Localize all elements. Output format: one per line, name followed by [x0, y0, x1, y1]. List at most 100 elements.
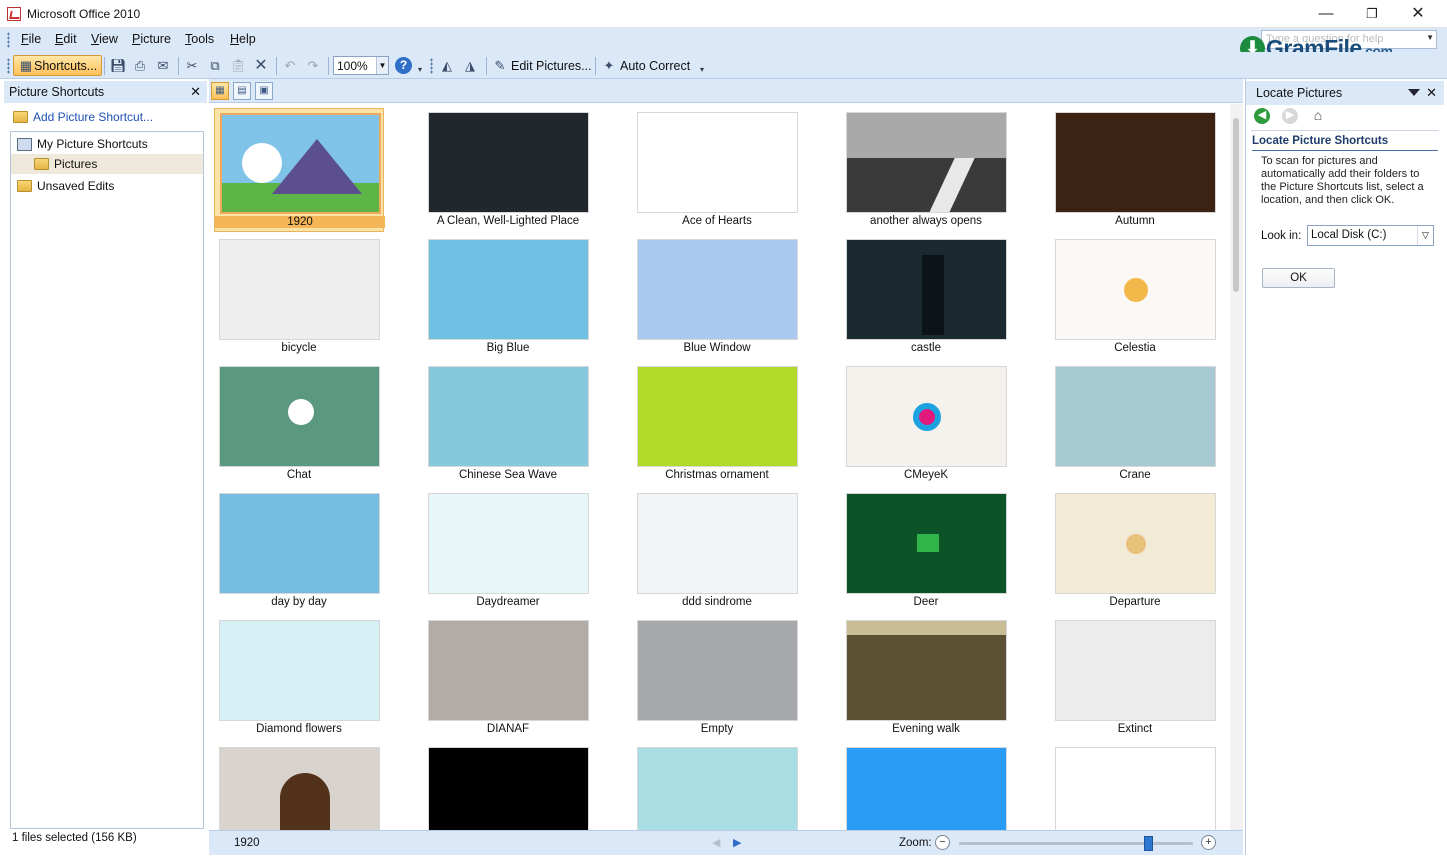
single-picture-view-button[interactable]: ▣ [255, 82, 273, 100]
task-pane-menu-icon[interactable] [1408, 89, 1420, 96]
thumbnail-item[interactable]: Deer [841, 489, 1011, 613]
rotate-right-button[interactable]: ◮ [462, 55, 478, 76]
close-pane-icon[interactable]: ✕ [190, 84, 201, 100]
thumbnail-image[interactable] [1055, 366, 1216, 467]
edit-pictures-button[interactable]: ✎ Edit Pictures... [492, 55, 592, 76]
thumbnail-item[interactable]: Evening walk [841, 616, 1011, 740]
ok-button[interactable]: OK [1262, 268, 1335, 288]
thumbnail-image[interactable] [637, 112, 798, 213]
menu-grip[interactable] [7, 32, 10, 48]
redo-button[interactable]: ↷ [305, 55, 321, 76]
thumbnail-image[interactable] [428, 620, 589, 721]
thumbnail-item[interactable]: Diamond flowers [214, 616, 384, 740]
thumbnail-item[interactable]: 1920 [214, 108, 385, 232]
menu-file[interactable]: File [21, 32, 41, 46]
thumbnail-image[interactable] [428, 366, 589, 467]
tree-item-my-picture-shortcuts[interactable]: My Picture Shortcuts [11, 134, 203, 154]
rotate-left-button[interactable]: ◭ [439, 55, 455, 76]
thumbnail-item[interactable]: ddd sindrome [632, 489, 802, 613]
vertical-scrollbar[interactable] [1230, 104, 1243, 830]
thumbnail-item[interactable]: another always opens [841, 108, 1011, 232]
thumbnail-item[interactable]: Big Blue [423, 235, 593, 359]
thumbnail-image[interactable] [219, 493, 380, 594]
thumbnail-image[interactable] [846, 493, 1007, 594]
forward-icon[interactable]: ▶ [1282, 108, 1298, 124]
zoom-slider[interactable] [959, 836, 1193, 851]
thumbnail-image[interactable] [637, 620, 798, 721]
thumbnail-image[interactable] [637, 366, 798, 467]
chevron-down-icon[interactable]: ▼ [376, 57, 388, 74]
previous-picture-icon[interactable]: ◀ [712, 836, 720, 849]
scrollbar-thumb[interactable] [1233, 118, 1239, 292]
thumbnails-view-button[interactable]: ▦ [211, 82, 229, 100]
thumbnail-item[interactable] [214, 743, 384, 830]
thumbnail-image[interactable] [219, 747, 380, 830]
next-picture-icon[interactable]: ▶ [733, 836, 741, 849]
menu-view[interactable]: View [91, 32, 118, 46]
thumbnail-image[interactable] [1055, 620, 1216, 721]
thumbnail-image[interactable] [219, 366, 380, 467]
thumbnail-image[interactable] [637, 239, 798, 340]
home-icon[interactable]: ⌂ [1310, 108, 1326, 124]
thumbnail-image[interactable] [428, 493, 589, 594]
thumbnail-image[interactable] [846, 747, 1007, 830]
thumbnail-image[interactable] [220, 113, 381, 214]
thumbnail-item[interactable] [1050, 743, 1220, 830]
menu-edit[interactable]: Edit [55, 32, 77, 46]
thumbnail-item[interactable]: Chinese Sea Wave [423, 362, 593, 486]
thumbnail-image[interactable] [1055, 747, 1216, 830]
thumbnail-item[interactable]: DIANAF [423, 616, 593, 740]
thumbnail-item[interactable]: Celestia [1050, 235, 1220, 359]
zoom-in-icon[interactable]: + [1201, 835, 1216, 850]
thumbnail-image[interactable] [1055, 493, 1216, 594]
thumbnail-item[interactable]: Autumn [1050, 108, 1220, 232]
minimize-button[interactable]: — [1303, 2, 1349, 26]
thumbnail-item[interactable]: Departure [1050, 489, 1220, 613]
thumbnail-item[interactable]: Empty [632, 616, 802, 740]
help-icon[interactable]: ? [395, 57, 412, 74]
thumbnail-image[interactable] [846, 620, 1007, 721]
thumbnail-item[interactable] [423, 743, 593, 830]
thumbnail-item[interactable]: day by day [214, 489, 384, 613]
thumbnail-item[interactable]: Crane [1050, 362, 1220, 486]
thumbnail-image[interactable] [219, 239, 380, 340]
close-window-button[interactable]: ✕ [1395, 2, 1441, 26]
filmstrip-view-button[interactable]: ▤ [233, 82, 251, 100]
toolbar-options-chevron-icon[interactable]: ▾ [700, 65, 704, 74]
chevron-down-icon[interactable]: ▼ [1426, 33, 1434, 42]
thumbnail-image[interactable] [428, 747, 589, 830]
thumbnail-item[interactable]: Extinct [1050, 616, 1220, 740]
paste-button[interactable]: 📋︎ [230, 55, 247, 76]
menu-picture[interactable]: Picture [132, 32, 171, 46]
look-in-select[interactable]: Local Disk (C:) ▽ [1307, 225, 1434, 246]
thumbnail-image[interactable] [846, 366, 1007, 467]
zoom-select[interactable]: 100% ▼ [333, 56, 389, 75]
thumbnail-image[interactable] [1055, 112, 1216, 213]
cut-button[interactable]: ✂ [184, 55, 200, 76]
back-icon[interactable]: ◀ [1254, 108, 1270, 124]
toolbar-grip[interactable] [7, 58, 10, 74]
thumbnail-item[interactable]: Christmas ornament [632, 362, 802, 486]
thumbnail-image[interactable] [219, 620, 380, 721]
toolbar-grip[interactable] [430, 58, 433, 74]
zoom-out-icon[interactable]: − [935, 835, 950, 850]
tree-item-unsaved-edits[interactable]: Unsaved Edits [11, 176, 203, 196]
thumbnail-item[interactable]: Blue Window [632, 235, 802, 359]
thumbnail-item[interactable]: Daydreamer [423, 489, 593, 613]
close-pane-icon[interactable]: ✕ [1426, 85, 1437, 101]
send-button[interactable]: ✉ [155, 55, 171, 76]
thumbnail-item[interactable]: castle [841, 235, 1011, 359]
save-button[interactable]: 💾︎ [110, 55, 127, 76]
shortcuts-button[interactable]: ▦ Shortcuts... [13, 55, 103, 76]
thumbnail-item[interactable] [632, 743, 802, 830]
add-picture-shortcut-link[interactable]: Add Picture Shortcut... [13, 110, 153, 124]
thumbnail-item[interactable]: Chat [214, 362, 384, 486]
thumbnail-image[interactable] [428, 239, 589, 340]
print-button[interactable]: ⎙ [132, 55, 148, 76]
menu-tools[interactable]: Tools [185, 32, 214, 46]
delete-button[interactable]: ✕ [253, 55, 269, 76]
thumbnail-image[interactable] [846, 239, 1007, 340]
chevron-down-icon[interactable]: ▽ [1417, 226, 1433, 245]
thumbnail-item[interactable]: A Clean, Well-Lighted Place [423, 108, 593, 232]
undo-button[interactable]: ↶ [282, 55, 298, 76]
